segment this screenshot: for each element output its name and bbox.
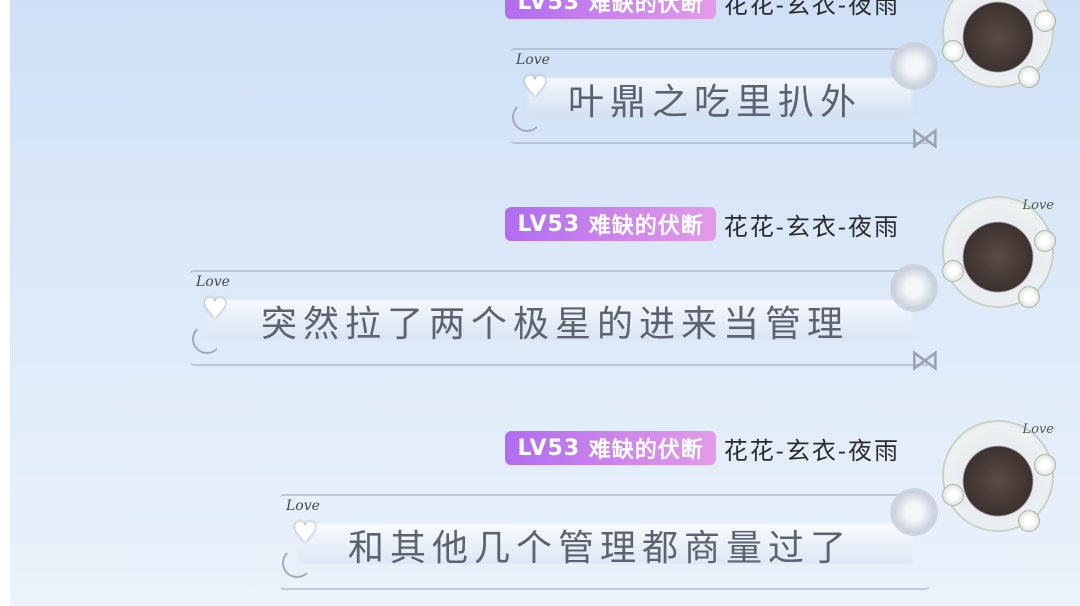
rose-icon — [890, 488, 938, 536]
love-tag: Love — [286, 498, 320, 514]
heart-icon: ♥ — [292, 516, 318, 549]
rose-icon — [890, 264, 938, 312]
message-header: LV53 难缺的伏断 花花-玄衣-夜雨 — [505, 430, 900, 466]
rose-icon — [1034, 454, 1056, 476]
swirl-ornament — [192, 324, 222, 354]
avatar-love-tag: Love — [1022, 198, 1055, 213]
message-text: 突然拉了两个极星的进来当管理 — [260, 304, 849, 345]
swirl-ornament — [512, 102, 542, 132]
sender-name[interactable]: 花花-玄衣-夜雨 — [724, 431, 900, 466]
message-header: LV53 难缺的伏断 花花-玄衣-夜雨 — [505, 0, 900, 20]
love-tag: Love — [516, 52, 550, 68]
rose-icon — [942, 484, 964, 506]
member-title: 难缺的伏断 — [588, 0, 704, 17]
rose-icon — [942, 40, 964, 62]
rose-icon — [1018, 510, 1040, 532]
message-text: 叶鼎之吃里扒外 — [567, 82, 862, 123]
member-title: 难缺的伏断 — [588, 438, 704, 463]
bow-icon: ⋈ — [910, 121, 940, 156]
message-bubble[interactable]: Love ♥ ⋈ 突然拉了两个极星的进来当管理 — [190, 264, 940, 376]
avatar[interactable]: Love — [936, 190, 1060, 314]
love-tag: Love — [196, 274, 230, 290]
level-value: LV53 — [517, 211, 581, 237]
level-value: LV53 — [517, 435, 581, 461]
message-bubble[interactable]: Love ♥ ⋈ 叶鼎之吃里扒外 — [510, 42, 940, 154]
avatar-love-tag: Love — [1022, 422, 1055, 437]
message-bubble[interactable]: Love ♥ 和其他几个管理都商量过了 — [280, 488, 938, 590]
sender-name[interactable]: 花花-玄衣-夜雨 — [724, 207, 900, 242]
avatar[interactable] — [936, 0, 1060, 94]
bow-icon: ⋈ — [910, 343, 940, 378]
level-badge: LV53 难缺的伏断 — [505, 207, 716, 241]
member-title: 难缺的伏断 — [588, 214, 704, 239]
level-value: LV53 — [517, 0, 581, 15]
rose-icon — [942, 260, 964, 282]
level-badge: LV53 难缺的伏断 — [505, 0, 716, 19]
message-text: 和其他几个管理都商量过了 — [347, 528, 852, 569]
rose-icon — [1018, 66, 1040, 88]
left-edge-strip — [0, 0, 10, 606]
heart-icon: ♥ — [202, 292, 228, 325]
level-badge: LV53 难缺的伏断 — [505, 431, 716, 465]
swirl-ornament — [282, 548, 312, 578]
sender-name[interactable]: 花花-玄衣-夜雨 — [724, 0, 900, 20]
message-header: LV53 难缺的伏断 花花-玄衣-夜雨 — [505, 206, 900, 242]
heart-icon: ♥ — [522, 70, 548, 103]
rose-icon — [890, 42, 938, 90]
rose-icon — [1034, 10, 1056, 32]
avatar[interactable]: Love — [936, 414, 1060, 538]
rose-icon — [1034, 230, 1056, 252]
rose-icon — [1018, 286, 1040, 308]
